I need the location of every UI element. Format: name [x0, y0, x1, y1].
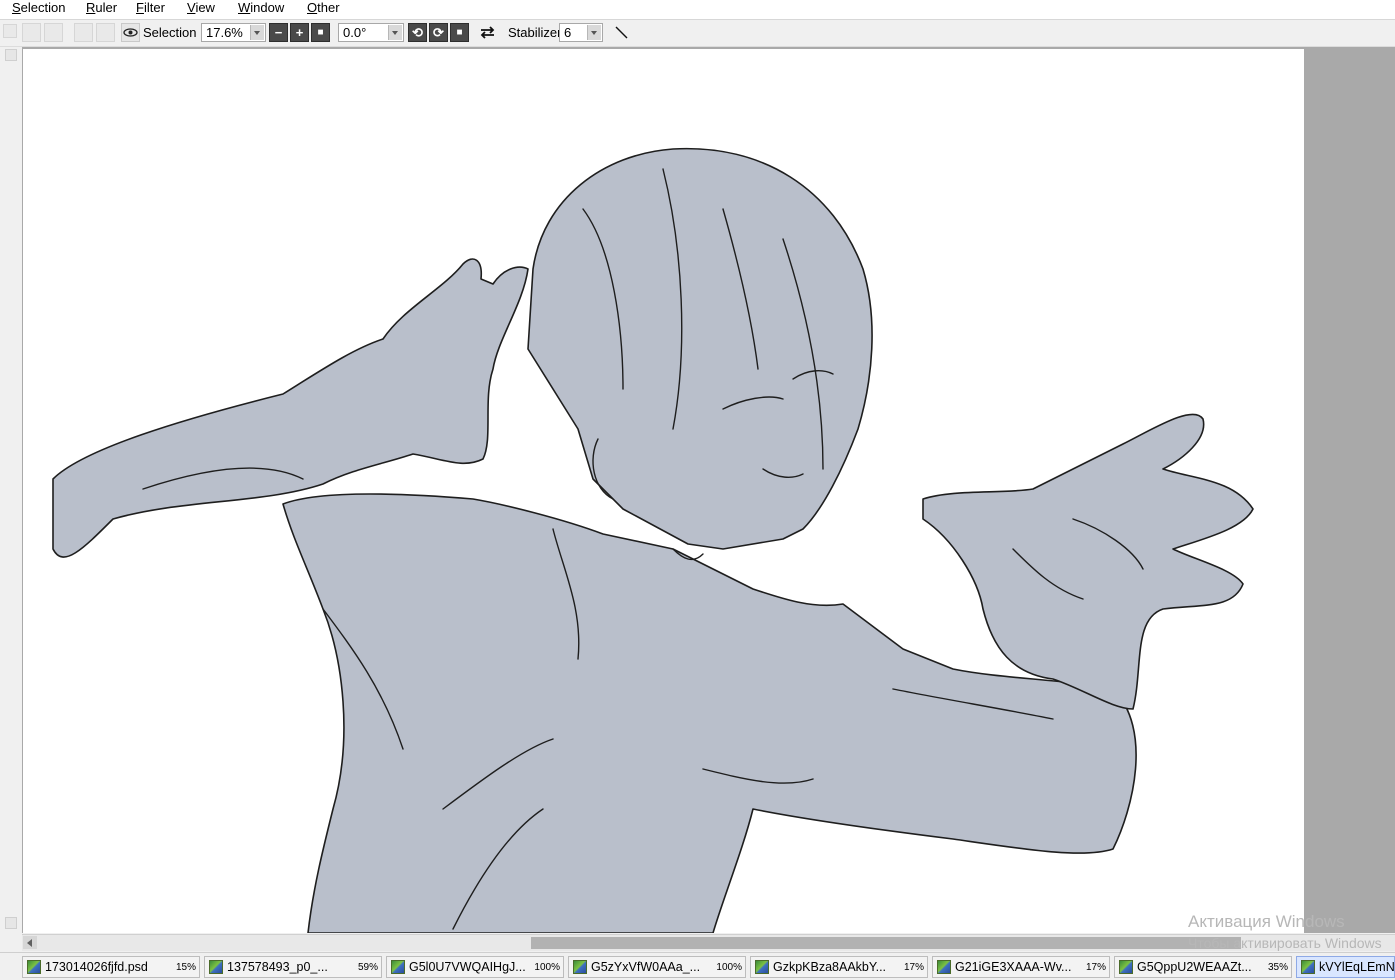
document-tab[interactable]: G5QppU2WEAAZt... 35% — [1114, 956, 1292, 978]
stabilizer-label: Stabilizer — [508, 25, 562, 40]
scroll-left-icon[interactable] — [23, 936, 37, 949]
document-tab[interactable]: G5zYxVfW0AAa_... 100% — [568, 956, 746, 978]
image-file-icon — [573, 960, 587, 974]
tab-zoom: 100% — [716, 962, 742, 973]
image-file-icon — [391, 960, 405, 974]
menu-ruler[interactable]: Ruler — [84, 0, 119, 18]
menu-selection[interactable]: Selection — [10, 0, 67, 18]
toolbar-scroll-up-icon[interactable] — [3, 24, 17, 38]
toolbar: Selection 17.6% − + ■ 0.0° ⟲ ⟳ ■ Stabili… — [0, 20, 1395, 47]
windows-activation-watermark-text: Чтобы активировать Windows — [1188, 935, 1382, 951]
zoom-combo[interactable]: 17.6% — [201, 23, 266, 42]
zoom-reset-button[interactable]: ■ — [311, 23, 330, 42]
tab-filename: G5l0U7VWQAIHgJ... — [409, 960, 526, 974]
tab-filename: G21iGE3XAAA-Wv... — [955, 960, 1072, 974]
menu-view[interactable]: View — [185, 0, 217, 18]
redo-button[interactable] — [44, 23, 63, 42]
windows-activation-watermark-title: Активация Windows — [1188, 912, 1345, 931]
menu-bar: Selection Ruler Filter View Window Other — [0, 0, 1395, 20]
menu-window[interactable]: Window — [236, 0, 286, 18]
document-tab[interactable]: G21iGE3XAAA-Wv... 17% — [932, 956, 1110, 978]
image-file-icon — [1119, 960, 1133, 974]
zoom-out-button[interactable]: − — [269, 23, 288, 42]
image-file-icon — [937, 960, 951, 974]
image-file-icon — [1301, 960, 1315, 974]
scroll-up-icon[interactable] — [5, 49, 17, 61]
tab-zoom: 35% — [1267, 962, 1288, 973]
rotate-right-button[interactable]: ⟳ — [429, 23, 448, 42]
drawing-canvas[interactable] — [23, 49, 1304, 933]
selection-label: Selection — [143, 25, 197, 40]
document-tab[interactable]: G5l0U7VWQAIHgJ... 100% — [386, 956, 564, 978]
tab-filename: 137578493_p0_... — [227, 960, 328, 974]
document-tab-bar: 173014026fjfd.psd 15% 137578493_p0_... 5… — [0, 952, 1395, 980]
rotation-combo[interactable]: 0.0° — [338, 23, 404, 42]
tab-filename: 173014026fjfd.psd — [45, 960, 148, 974]
image-file-icon — [209, 960, 223, 974]
chevron-down-icon[interactable] — [388, 25, 402, 40]
tab-filename: G5QppU2WEAAZt... — [1137, 960, 1252, 974]
flip-horizontal-icon[interactable] — [478, 23, 497, 42]
document-tab[interactable]: GzkpKBza8AAkbY... 17% — [750, 956, 928, 978]
tab-zoom: 100% — [534, 962, 560, 973]
rotate-reset-button[interactable]: ■ — [450, 23, 469, 42]
scrollbar-thumb[interactable] — [531, 937, 1241, 949]
document-tab[interactable]: 173014026fjfd.psd 15% — [22, 956, 200, 978]
character-sketch — [52, 147, 1254, 933]
scroll-down-icon[interactable] — [5, 917, 17, 929]
canvas-area[interactable] — [22, 47, 1395, 933]
chevron-down-icon[interactable] — [587, 25, 601, 40]
straight-line-icon[interactable] — [612, 23, 631, 42]
deselect-button[interactable] — [74, 23, 93, 42]
menu-other[interactable]: Other — [305, 0, 342, 18]
tab-filename: G5zYxVfW0AAa_... — [591, 960, 701, 974]
stabilizer-combo[interactable]: 6 — [559, 23, 603, 42]
tab-filename: GzkpKBza8AAkbY... — [773, 960, 887, 974]
tab-zoom: 17% — [903, 962, 924, 973]
tab-zoom: 17% — [1085, 962, 1106, 973]
left-panel-strip — [0, 47, 23, 933]
stabilizer-value: 6 — [564, 25, 572, 40]
tab-filename: kVYlEqLEmNV — [1319, 960, 1395, 974]
eye-icon[interactable] — [121, 23, 140, 42]
document-tab[interactable]: 137578493_p0_... 59% — [204, 956, 382, 978]
tab-zoom: 15% — [175, 962, 196, 973]
image-file-icon — [755, 960, 769, 974]
document-tab-active[interactable]: kVYlEqLEmNV — [1296, 956, 1395, 978]
zoom-value: 17.6% — [206, 25, 243, 40]
tab-zoom: 59% — [357, 962, 378, 973]
image-file-icon — [27, 960, 41, 974]
rotation-value: 0.0° — [343, 25, 367, 40]
undo-button[interactable] — [22, 23, 41, 42]
clear-button[interactable] — [96, 23, 115, 42]
menu-filter[interactable]: Filter — [134, 0, 167, 18]
chevron-down-icon[interactable] — [250, 25, 264, 40]
rotate-left-button[interactable]: ⟲ — [408, 23, 427, 42]
zoom-in-button[interactable]: + — [290, 23, 309, 42]
